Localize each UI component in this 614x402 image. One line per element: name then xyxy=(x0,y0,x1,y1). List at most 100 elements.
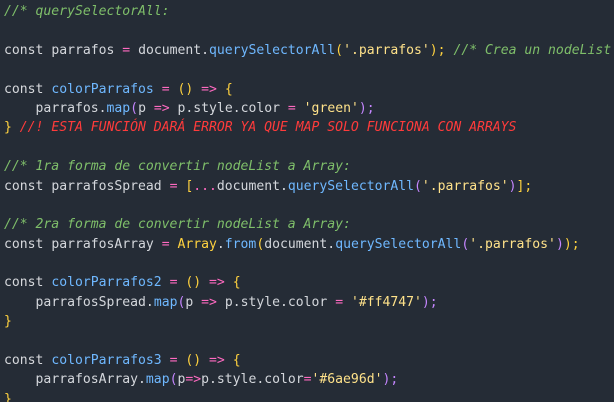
punctuation: ); xyxy=(421,294,438,310)
identifier: parrafosSpread xyxy=(51,178,162,194)
string: '.parrafos' xyxy=(469,236,556,252)
method-name: from xyxy=(224,236,257,252)
operator: = xyxy=(161,81,170,97)
punctuation: ) xyxy=(508,178,517,194)
method-name: map xyxy=(145,372,170,388)
code-line-10: const parrafosSpread = [...document.quer… xyxy=(4,177,614,196)
operator: => xyxy=(209,353,225,369)
identifier: parrafosSpread xyxy=(35,294,146,310)
code-editor[interactable]: //* querySelectorAll: const parrafos = d… xyxy=(0,0,614,402)
keyword: const xyxy=(4,353,44,369)
punctuation: . xyxy=(98,100,107,116)
code-line-9: //* 1ra forma de convertir nodeList a Ar… xyxy=(4,157,614,176)
operator: = xyxy=(169,275,178,291)
code-line-15: const colorParrafos2 = () => { xyxy=(4,273,614,292)
identifier: parrafosArray xyxy=(51,236,154,252)
function-name: colorParrafos3 xyxy=(51,353,162,369)
code-line-7: } //! ESTA FUNCIÓN DARÁ ERROR YA QUE MAP… xyxy=(4,118,614,137)
string: '#6ae96d' xyxy=(311,372,383,388)
code-line-21: } xyxy=(4,390,614,402)
identifier: parrafos xyxy=(51,42,115,58)
code-line-20: parrafosArray.map(p=>p.style.color='#6ae… xyxy=(4,370,614,389)
string: '#ff4747' xyxy=(350,294,422,310)
identifier: document xyxy=(264,236,328,252)
function-name: colorParrafos xyxy=(51,81,154,97)
method-name: map xyxy=(153,294,178,310)
punctuation: { xyxy=(232,353,241,369)
punctuation: () xyxy=(177,81,194,97)
identifier: parrafosArray xyxy=(35,372,139,388)
punctuation: . xyxy=(327,236,336,252)
operator: => xyxy=(185,372,202,388)
punctuation: () xyxy=(185,353,202,369)
operator: = xyxy=(303,372,312,388)
keyword: const xyxy=(4,178,44,194)
punctuation: . xyxy=(201,42,210,58)
string: '.parrafos' xyxy=(421,178,509,194)
punctuation: ( xyxy=(130,100,139,116)
operator: = xyxy=(161,236,170,252)
identifier: p xyxy=(138,100,146,116)
string: 'green' xyxy=(303,100,359,116)
punctuation: } xyxy=(4,120,12,136)
method-name: map xyxy=(106,100,131,116)
operator: => xyxy=(201,81,217,97)
code-line-6: parrafos.map(p => p.style.color = 'green… xyxy=(4,99,614,118)
identifier: p xyxy=(185,294,194,310)
code-line-19: const colorParrafos3 = () => { xyxy=(4,351,614,370)
punctuation: } xyxy=(4,314,12,330)
punctuation: ( xyxy=(414,178,422,194)
keyword: const xyxy=(4,42,44,58)
punctuation: . xyxy=(138,372,146,388)
operator: = xyxy=(122,42,131,58)
operator: => xyxy=(209,275,225,291)
code-line-17: } xyxy=(4,312,614,331)
code-line-5: const colorParrafos = () => { xyxy=(4,80,614,99)
operator: = xyxy=(335,294,344,310)
punctuation: ); xyxy=(382,372,399,388)
punctuation: { xyxy=(232,275,241,291)
identifier: document xyxy=(216,178,280,194)
method-name: querySelectorAll xyxy=(209,42,336,58)
identifier: p.style.color xyxy=(224,294,328,310)
punctuation: ]; xyxy=(516,178,533,194)
method-name: querySelectorAll xyxy=(335,236,462,252)
identifier: p.style.color xyxy=(177,100,280,116)
string: '.parrafos' xyxy=(343,42,430,58)
comment: //* 2ra forma de convertir nodeList a Ar… xyxy=(4,217,351,233)
code-line-1: //* querySelectorAll: xyxy=(4,2,614,21)
keyword: const xyxy=(4,236,44,252)
error-comment: //! ESTA FUNCIÓN DARÁ ERROR YA QUE MAP S… xyxy=(19,120,517,136)
comment: //* querySelectorAll: xyxy=(4,4,170,19)
punctuation: . xyxy=(145,294,154,310)
comment: //* 1ra forma de convertir nodeList a Ar… xyxy=(4,159,351,175)
punctuation: ); xyxy=(358,100,375,116)
keyword: const xyxy=(4,81,44,97)
identifier: parrafos xyxy=(35,100,99,116)
punctuation: ); xyxy=(563,236,580,252)
punctuation: ) xyxy=(555,236,564,252)
operator: = xyxy=(169,353,178,369)
operator: => xyxy=(201,294,217,310)
punctuation: ( xyxy=(335,42,344,58)
code-line-13: const parrafosArray = Array.from(documen… xyxy=(4,235,614,254)
code-line-3: const parrafos = document.querySelectorA… xyxy=(4,41,614,60)
operator: = xyxy=(287,100,296,116)
code-line-12: //* 2ra forma de convertir nodeList a Ar… xyxy=(4,215,614,234)
identifier: p.style.color xyxy=(201,372,304,388)
method-name: querySelectorAll xyxy=(287,178,415,194)
operator: => xyxy=(153,100,170,116)
punctuation: } xyxy=(4,391,12,402)
function-name: colorParrafos2 xyxy=(51,275,162,291)
punctuation: () xyxy=(185,275,202,291)
class-name: Array xyxy=(177,236,217,252)
punctuation: . xyxy=(279,178,288,194)
code-line-16: parrafosSpread.map(p => p.style.color = … xyxy=(4,293,614,312)
punctuation: { xyxy=(224,81,233,97)
